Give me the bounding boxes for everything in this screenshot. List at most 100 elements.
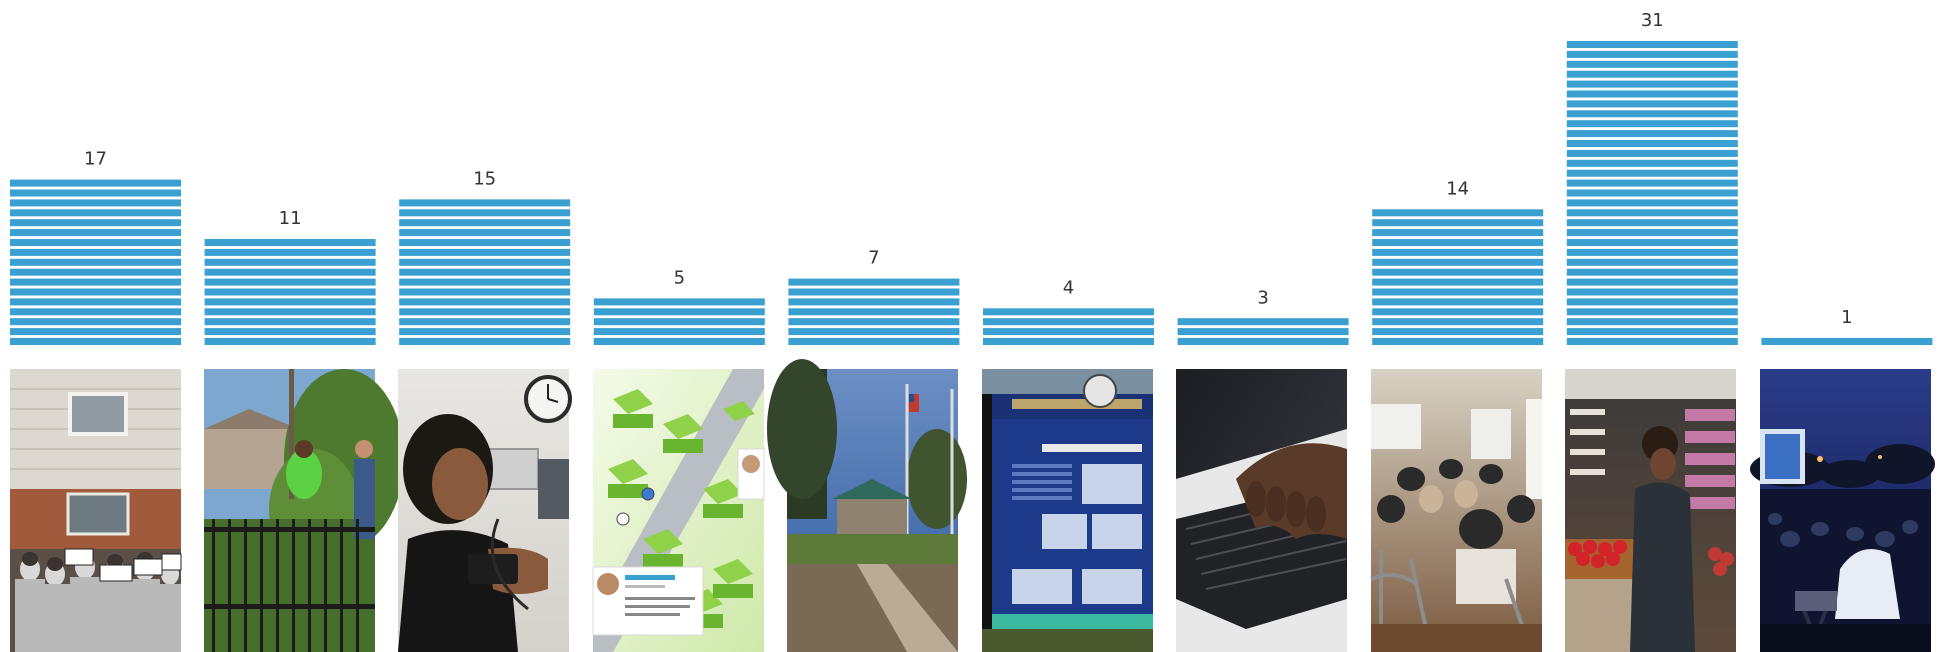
- bar-9-stripe-26: [1566, 90, 1738, 98]
- garden-fence-photo: [204, 369, 404, 652]
- bar-4-stripe-4: [593, 308, 765, 316]
- bar-2-stripe-7: [204, 278, 376, 286]
- bar-5-stripe-5: [788, 298, 960, 306]
- bar-9-stripe-28: [1566, 70, 1738, 78]
- bar-4-stripe-1: [593, 338, 765, 345]
- bar-9-stripe-1: [1566, 338, 1738, 345]
- bar-9-stripe-24: [1566, 110, 1738, 118]
- value-label-10: 1: [1841, 307, 1852, 328]
- bar-9-stripe-10: [1566, 248, 1738, 256]
- bar-2-stripe-6: [204, 288, 376, 296]
- bar-9-stripe-5: [1566, 298, 1738, 306]
- keyboard-typing-photo: [1176, 369, 1347, 652]
- bar-1-stripe-8: [10, 268, 181, 276]
- value-label-4: 5: [674, 268, 685, 289]
- bar-4-stripe-5: [593, 298, 765, 306]
- bar-8: [1372, 209, 1544, 345]
- bar-4-stripe-2: [593, 328, 765, 336]
- bar-9-stripe-14: [1566, 209, 1738, 217]
- value-label-6: 4: [1063, 277, 1074, 298]
- bar-8-stripe-11: [1372, 239, 1544, 246]
- value-label-1: 17: [84, 149, 107, 170]
- bar-8-stripe-14: [1372, 209, 1544, 217]
- bar-6: [983, 308, 1154, 345]
- bar-8-stripe-6: [1372, 288, 1544, 296]
- bar-2-stripe-1: [204, 338, 376, 345]
- bar-5-stripe-2: [788, 328, 960, 336]
- bar-8-stripe-5: [1372, 298, 1544, 306]
- bar-7-stripe-1: [1177, 338, 1349, 345]
- bar-1-stripe-16: [10, 189, 181, 197]
- bar-9-stripe-22: [1566, 130, 1738, 138]
- bar-9-stripe-16: [1566, 189, 1738, 197]
- bar-3-stripe-2: [399, 328, 571, 336]
- bar-1-stripe-7: [10, 278, 181, 286]
- bar-3-stripe-4: [399, 308, 571, 316]
- bar-9-stripe-25: [1566, 100, 1738, 108]
- blood-pressure-photo: [398, 369, 572, 652]
- bar-8-stripe-7: [1372, 278, 1544, 286]
- grocery-store-photo: [1565, 369, 1736, 652]
- bar-2: [204, 239, 376, 345]
- bar-9-stripe-30: [1566, 50, 1738, 58]
- bar-6-stripe-3: [983, 318, 1154, 326]
- bars-group: [10, 41, 1933, 345]
- bar-1-stripe-1: [10, 338, 181, 345]
- bar-9-stripe-19: [1566, 159, 1738, 167]
- bar-8-stripe-3: [1372, 318, 1544, 326]
- bar-5-stripe-6: [788, 288, 960, 296]
- bar-7: [1177, 318, 1349, 345]
- bar-5-stripe-3: [788, 318, 960, 326]
- bar-4: [593, 298, 765, 345]
- bar-5-stripe-7: [788, 278, 960, 286]
- bar-8-stripe-10: [1372, 248, 1544, 256]
- bar-9-stripe-11: [1566, 239, 1738, 246]
- outdoor-movie-photo: [1750, 369, 1935, 652]
- bar-9-stripe-4: [1566, 308, 1738, 316]
- bar-3-stripe-6: [399, 288, 571, 296]
- bar-3-stripe-1: [399, 338, 571, 345]
- bar-2-stripe-2: [204, 328, 376, 336]
- bar-2-stripe-8: [204, 268, 376, 276]
- bar-2-stripe-10: [204, 248, 376, 256]
- bar-3-stripe-11: [399, 239, 571, 246]
- bar-9-stripe-7: [1566, 278, 1738, 286]
- bar-3-stripe-3: [399, 318, 571, 326]
- bar-1-stripe-10: [10, 248, 181, 256]
- bar-8-stripe-1: [1372, 338, 1544, 345]
- bar-1-stripe-5: [10, 298, 181, 306]
- meeting-room-photo: [1370, 369, 1542, 652]
- bar-7-stripe-2: [1177, 328, 1349, 336]
- bar-2-stripe-5: [204, 298, 376, 306]
- bar-3-stripe-10: [399, 248, 571, 256]
- bar-1-stripe-13: [10, 219, 181, 227]
- bar-1-stripe-12: [10, 229, 181, 237]
- bar-9-stripe-18: [1566, 169, 1738, 177]
- bar-3-stripe-15: [399, 199, 571, 207]
- bar-9-stripe-2: [1566, 328, 1738, 336]
- bar-8-stripe-9: [1372, 258, 1544, 266]
- bar-9-stripe-29: [1566, 60, 1738, 68]
- bar-3-stripe-5: [399, 298, 571, 306]
- bar-9-stripe-23: [1566, 120, 1738, 128]
- bar-3-stripe-8: [399, 268, 571, 276]
- bar-6-stripe-4: [983, 308, 1154, 316]
- bar-1-stripe-3: [10, 318, 181, 326]
- value-label-2: 11: [279, 208, 302, 229]
- bar-7-stripe-3: [1177, 318, 1349, 326]
- bar-3-stripe-13: [399, 219, 571, 227]
- chart: 17 11 15 5 7 4 3 14 31 1: [10, 10, 1935, 652]
- bar-6-stripe-1: [983, 338, 1154, 345]
- value-label-9: 31: [1641, 10, 1664, 31]
- bar-9-stripe-9: [1566, 258, 1738, 266]
- bar-1: [10, 179, 181, 345]
- value-label-7: 3: [1257, 287, 1268, 308]
- bar-6-stripe-2: [983, 328, 1154, 336]
- bar-8-stripe-4: [1372, 308, 1544, 316]
- bar-9-stripe-12: [1566, 229, 1738, 237]
- park-gazebo-photo: [767, 359, 967, 652]
- bar-2-stripe-9: [204, 258, 376, 266]
- value-label-3: 15: [473, 169, 496, 190]
- bar-3-stripe-12: [399, 229, 571, 237]
- bar-9-stripe-13: [1566, 219, 1738, 227]
